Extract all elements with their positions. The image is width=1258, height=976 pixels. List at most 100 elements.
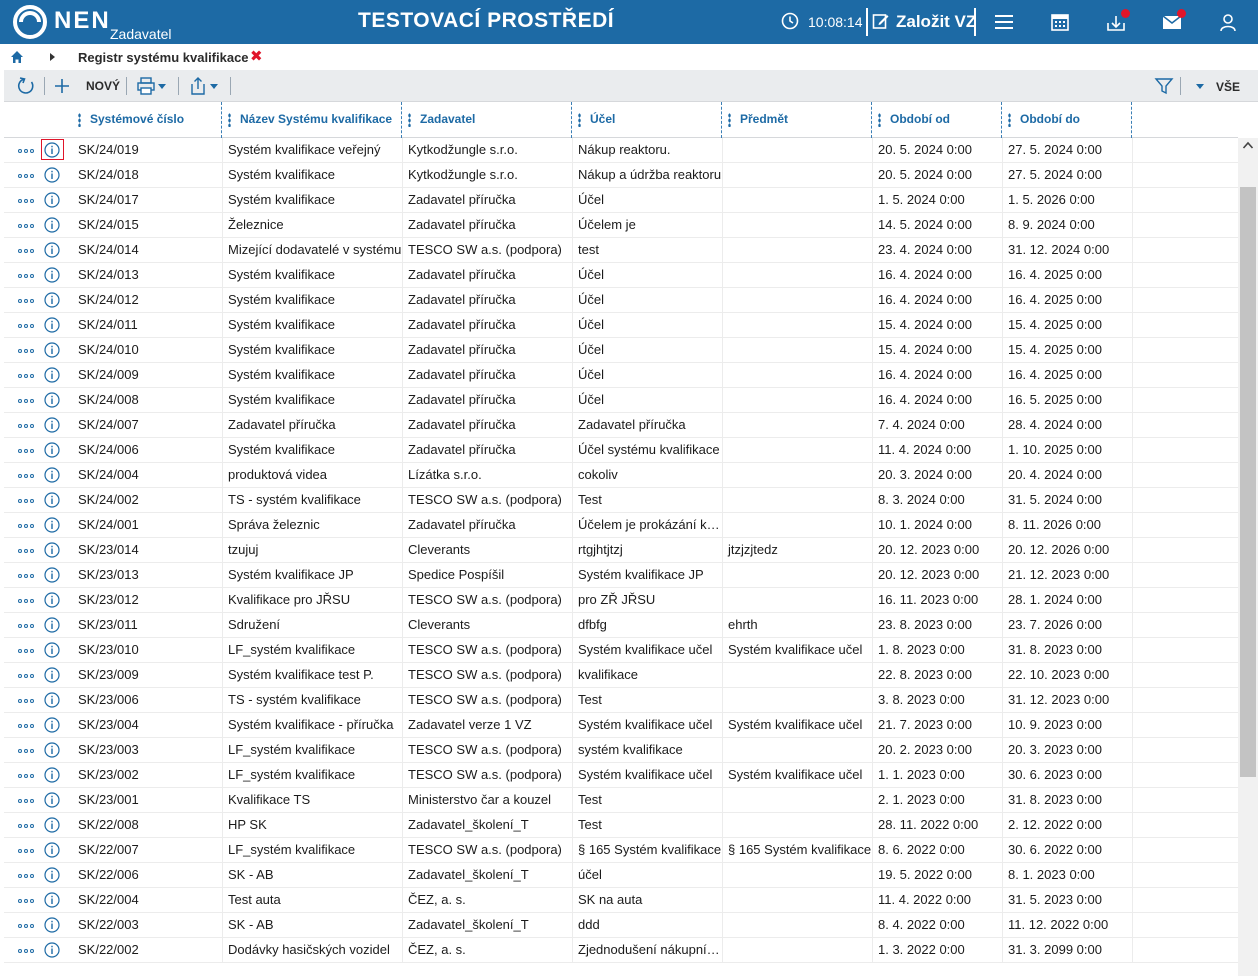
table-row[interactable]: SK/24/001 Správa železnic Zadavatel příruč… bbox=[4, 513, 1238, 538]
table-row[interactable]: SK/23/001 Kvalifikace TS Ministerstvo čar … bbox=[4, 788, 1238, 813]
column-header-purpose[interactable]: Účel bbox=[572, 102, 722, 138]
table-row[interactable]: SK/22/002 Dodávky hasičských vozidel ČEZ, … bbox=[4, 938, 1238, 963]
row-detail-info-icon[interactable] bbox=[44, 542, 60, 558]
column-drag-handle-icon[interactable] bbox=[1008, 113, 1011, 127]
table-row[interactable]: SK/24/010 Systém kvalifikace Zadavatel pří… bbox=[4, 338, 1238, 363]
column-drag-handle-icon[interactable] bbox=[228, 113, 231, 127]
row-actions-icon[interactable] bbox=[18, 374, 36, 378]
row-actions-icon[interactable] bbox=[18, 799, 36, 803]
table-row[interactable]: SK/22/008 HP SK Zadavatel_školení_T Test 28.… bbox=[4, 813, 1238, 838]
row-actions-icon[interactable] bbox=[18, 324, 36, 328]
row-actions-icon[interactable] bbox=[18, 249, 36, 253]
table-row[interactable]: SK/24/018 Systém kvalifikace Kytkodžungle … bbox=[4, 163, 1238, 188]
row-actions-icon[interactable] bbox=[18, 574, 36, 578]
row-actions-icon[interactable] bbox=[18, 649, 36, 653]
row-detail-info-icon[interactable] bbox=[44, 942, 60, 958]
row-detail-info-icon[interactable] bbox=[44, 292, 60, 308]
table-row[interactable]: SK/23/011 Sdružení Cleverants dfbfg ehrth 23.… bbox=[4, 613, 1238, 638]
row-detail-info-icon[interactable] bbox=[44, 792, 60, 808]
table-row[interactable]: SK/24/012 Systém kvalifikace Zadavatel pří… bbox=[4, 288, 1238, 313]
home-icon[interactable] bbox=[10, 50, 24, 64]
row-actions-icon[interactable] bbox=[18, 924, 36, 928]
table-row[interactable]: SK/23/006 TS - systém kvalifikace TESCO SW… bbox=[4, 688, 1238, 713]
table-row[interactable]: SK/23/004 Systém kvalifikace - příručka Za… bbox=[4, 713, 1238, 738]
row-detail-info-icon[interactable] bbox=[44, 392, 60, 408]
table-row[interactable]: SK/24/011 Systém kvalifikace Zadavatel pří… bbox=[4, 313, 1238, 338]
table-row[interactable]: SK/23/014 tzujuj Cleverants rtgjhtjtzj jtzjz… bbox=[4, 538, 1238, 563]
row-actions-icon[interactable] bbox=[18, 624, 36, 628]
row-actions-icon[interactable] bbox=[18, 499, 36, 503]
breadcrumb-current-tab[interactable]: Registr systému kvalifikace bbox=[78, 50, 249, 65]
row-actions-icon[interactable] bbox=[18, 224, 36, 228]
row-detail-info-icon[interactable] bbox=[44, 592, 60, 608]
row-actions-icon[interactable] bbox=[18, 399, 36, 403]
table-row[interactable]: SK/24/015 Železnice Zadavatel příručka Účel… bbox=[4, 213, 1238, 238]
row-detail-info-icon[interactable] bbox=[44, 917, 60, 933]
row-actions-icon[interactable] bbox=[18, 299, 36, 303]
close-tab-icon[interactable]: ✖ bbox=[250, 47, 263, 65]
column-header-period-from[interactable]: Období od bbox=[872, 102, 1002, 138]
row-actions-icon[interactable] bbox=[18, 674, 36, 678]
row-detail-info-icon[interactable] bbox=[44, 367, 60, 383]
row-detail-info-icon[interactable] bbox=[44, 267, 60, 283]
scroll-up-arrow-icon[interactable] bbox=[1242, 140, 1254, 150]
row-detail-info-icon[interactable] bbox=[44, 617, 60, 633]
table-row[interactable]: SK/23/012 Kvalifikace pro JŘSU TESCO SW a.… bbox=[4, 588, 1238, 613]
table-row[interactable]: SK/23/002 LF_systém kvalifikace TESCO SW a… bbox=[4, 763, 1238, 788]
table-row[interactable]: SK/22/003 SK - AB Zadavatel_školení_T ddd 8.… bbox=[4, 913, 1238, 938]
row-actions-icon[interactable] bbox=[18, 549, 36, 553]
filter-icon[interactable] bbox=[1154, 76, 1174, 96]
row-detail-info-icon[interactable] bbox=[44, 742, 60, 758]
column-drag-handle-icon[interactable] bbox=[578, 113, 581, 127]
table-row[interactable]: SK/24/014 Mizející dodavatelé v systému TE… bbox=[4, 238, 1238, 263]
column-drag-handle-icon[interactable] bbox=[878, 113, 881, 127]
row-actions-icon[interactable] bbox=[18, 274, 36, 278]
row-actions-icon[interactable] bbox=[18, 724, 36, 728]
table-row[interactable]: SK/24/009 Systém kvalifikace Zadavatel pří… bbox=[4, 363, 1238, 388]
table-row[interactable]: SK/24/004 produktová videa Lízátka s.r.o. c… bbox=[4, 463, 1238, 488]
row-detail-info-icon[interactable] bbox=[44, 342, 60, 358]
row-actions-icon[interactable] bbox=[18, 699, 36, 703]
row-detail-info-icon[interactable] bbox=[44, 492, 60, 508]
scrollbar-thumb[interactable] bbox=[1240, 187, 1256, 777]
nen-logo-icon[interactable] bbox=[12, 4, 48, 40]
menu-icon[interactable] bbox=[994, 12, 1014, 32]
print-icon[interactable] bbox=[136, 76, 156, 96]
row-actions-icon[interactable] bbox=[18, 749, 36, 753]
row-detail-info-icon[interactable] bbox=[44, 867, 60, 883]
row-actions-icon[interactable] bbox=[18, 874, 36, 878]
row-detail-info-icon[interactable] bbox=[44, 692, 60, 708]
table-row[interactable]: SK/24/002 TS - systém kvalifikace TESCO SW… bbox=[4, 488, 1238, 513]
row-actions-icon[interactable] bbox=[18, 174, 36, 178]
row-detail-info-icon[interactable] bbox=[44, 642, 60, 658]
row-actions-icon[interactable] bbox=[18, 599, 36, 603]
row-actions-icon[interactable] bbox=[18, 899, 36, 903]
row-detail-info-icon[interactable] bbox=[44, 317, 60, 333]
table-row[interactable]: SK/23/009 Systém kvalifikace test P. TESCO… bbox=[4, 663, 1238, 688]
user-icon[interactable] bbox=[1218, 12, 1238, 32]
row-actions-icon[interactable] bbox=[18, 849, 36, 853]
table-row[interactable]: SK/22/004 Test auta ČEZ, a. s. SK na auta 11… bbox=[4, 888, 1238, 913]
column-header-contracting-authority[interactable]: Zadavatel bbox=[402, 102, 572, 138]
row-detail-info-icon[interactable] bbox=[44, 217, 60, 233]
row-actions-icon[interactable] bbox=[18, 774, 36, 778]
row-actions-icon[interactable] bbox=[18, 474, 36, 478]
row-detail-info-icon[interactable] bbox=[44, 442, 60, 458]
column-header-name[interactable]: Název Systému kvalifikace bbox=[222, 102, 402, 138]
table-row[interactable]: SK/23/003 LF_systém kvalifikace TESCO SW a… bbox=[4, 738, 1238, 763]
table-row[interactable]: SK/23/013 Systém kvalifikace JP Spedice Po… bbox=[4, 563, 1238, 588]
table-row[interactable]: SK/24/017 Systém kvalifikace Zadavatel pří… bbox=[4, 188, 1238, 213]
table-row[interactable]: SK/22/007 LF_systém kvalifikace TESCO SW a… bbox=[4, 838, 1238, 863]
table-row[interactable]: SK/24/019 Systém kvalifikace veřejný Kytko… bbox=[4, 138, 1238, 163]
table-row[interactable]: SK/24/008 Systém kvalifikace Zadavatel pří… bbox=[4, 388, 1238, 413]
refresh-icon[interactable] bbox=[16, 76, 36, 96]
table-row[interactable]: SK/24/006 Systém kvalifikace Zadavatel pří… bbox=[4, 438, 1238, 463]
row-actions-icon[interactable] bbox=[18, 524, 36, 528]
export-dropdown-chevron-icon[interactable] bbox=[210, 84, 218, 89]
column-header-system-number[interactable]: Systémové číslo bbox=[72, 102, 222, 138]
row-detail-info-icon[interactable] bbox=[44, 192, 60, 208]
row-actions-icon[interactable] bbox=[18, 949, 36, 953]
column-header-period-to[interactable]: Období do bbox=[1002, 102, 1132, 138]
row-actions-icon[interactable] bbox=[18, 449, 36, 453]
row-detail-info-icon[interactable] bbox=[44, 242, 60, 258]
